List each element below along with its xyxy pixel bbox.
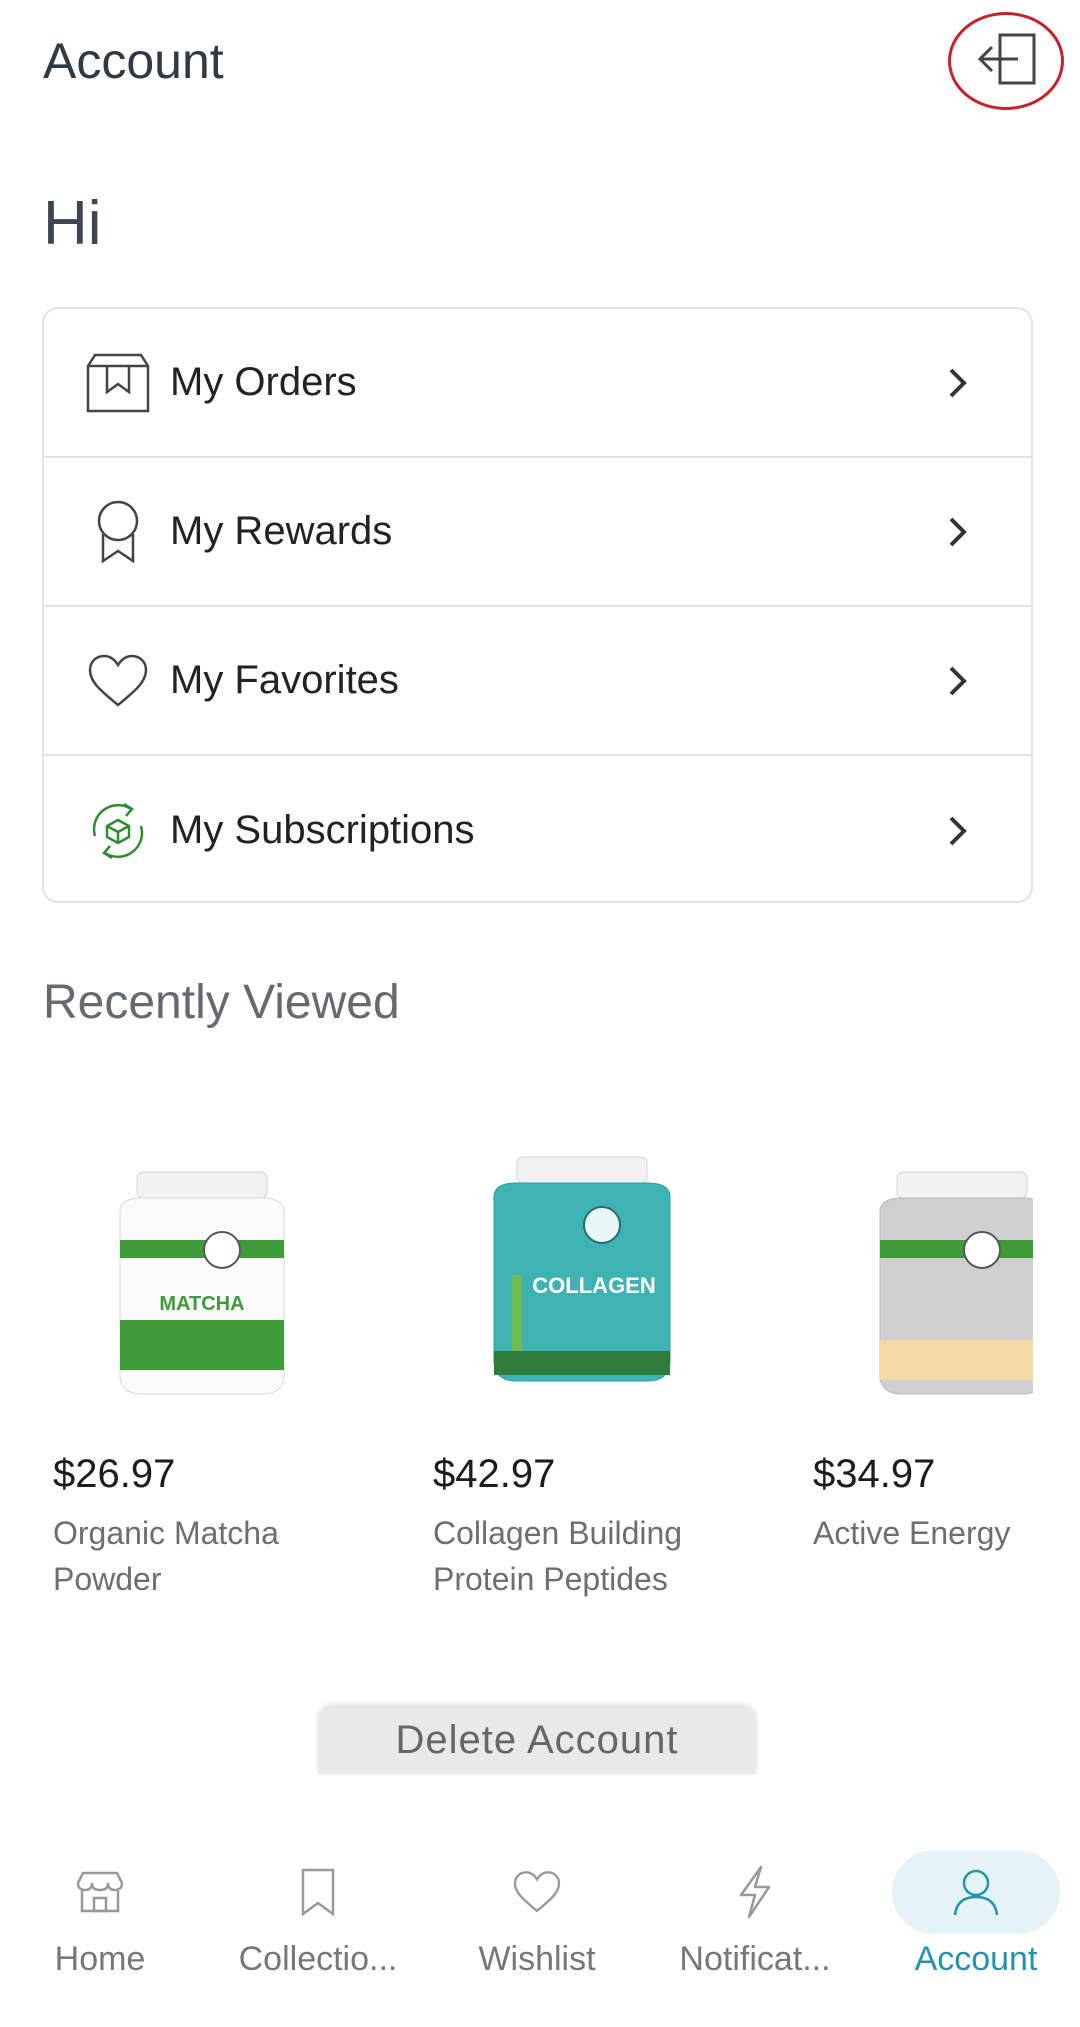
menu-item-label: My Favorites xyxy=(170,658,399,702)
product-name: Active Energy xyxy=(813,1515,1011,1551)
tab-notifications[interactable]: Notificat... xyxy=(655,1850,855,2000)
chevron-right-icon xyxy=(943,512,973,552)
product-price: $26.97 xyxy=(53,1452,176,1496)
ribbon-award-icon xyxy=(82,496,154,568)
chevron-right-icon xyxy=(943,661,973,701)
menu-item-label: My Orders xyxy=(170,360,357,404)
product-price: $34.97 xyxy=(813,1452,936,1496)
tab-label: Notificat... xyxy=(679,1940,831,1978)
tab-label: Home xyxy=(54,1940,146,1978)
tab-wishlist[interactable]: Wishlist xyxy=(437,1850,637,2000)
heart-icon xyxy=(507,1862,567,1922)
product-image: MATCHA xyxy=(119,1171,285,1395)
chevron-right-icon xyxy=(943,363,973,403)
product-card[interactable]: MATCHA $26.97 Organic Matcha Powder xyxy=(42,1100,402,1620)
product-card[interactable]: $34.97 Active Energy xyxy=(802,1100,1033,1620)
tab-home[interactable]: Home xyxy=(0,1850,200,2000)
delete-account-label: Delete Account xyxy=(395,1718,679,1762)
heart-icon xyxy=(82,645,154,717)
svg-text:MATCHA: MATCHA xyxy=(159,1293,244,1315)
store-icon xyxy=(70,1862,130,1922)
chevron-right-icon xyxy=(943,811,973,851)
menu-item-orders[interactable]: My Orders xyxy=(44,309,1031,458)
logout-button[interactable] xyxy=(948,12,1064,110)
product-image: COLLAGEN xyxy=(493,1156,671,1382)
menu-item-label: My Subscriptions xyxy=(170,808,475,852)
lightning-icon xyxy=(725,1862,785,1922)
product-name: Collagen Building Protein Peptides xyxy=(433,1515,683,1597)
tab-label: Wishlist xyxy=(478,1940,596,1978)
product-name: Organic Matcha Powder xyxy=(53,1515,279,1597)
recently-viewed-heading: Recently Viewed xyxy=(43,976,400,1029)
highlight-circle xyxy=(948,12,1064,110)
menu-item-favorites[interactable]: My Favorites xyxy=(44,607,1031,756)
menu-item-subscriptions[interactable]: My Subscriptions xyxy=(44,756,1031,901)
greeting-text: Hi xyxy=(43,189,102,258)
bookmark-icon xyxy=(288,1862,348,1922)
page-title: Account xyxy=(43,33,224,89)
tab-label: Collectio... xyxy=(238,1940,398,1978)
orders-box-icon xyxy=(82,347,154,419)
delete-account-button[interactable]: Delete Account xyxy=(318,1706,756,1774)
product-card[interactable]: COLLAGEN $42.97 Collagen Building Protei… xyxy=(422,1100,782,1620)
product-price: $42.97 xyxy=(433,1452,556,1496)
user-icon xyxy=(946,1862,1006,1922)
svg-text:COLLAGEN: COLLAGEN xyxy=(532,1273,655,1298)
recently-viewed-carousel[interactable]: MATCHA $26.97 Organic Matcha Powder COLL… xyxy=(42,1100,1033,1620)
tab-collections[interactable]: Collectio... xyxy=(218,1850,418,2000)
account-menu: My Orders My Rewards My Favorites My Sub… xyxy=(42,307,1033,903)
menu-item-label: My Rewards xyxy=(170,509,393,553)
subscription-cycle-icon xyxy=(82,795,154,867)
product-image xyxy=(879,1171,1033,1395)
tab-label: Account xyxy=(914,1940,1038,1978)
menu-item-rewards[interactable]: My Rewards xyxy=(44,458,1031,607)
tab-account[interactable]: Account xyxy=(876,1850,1076,2000)
header: Account xyxy=(0,0,1080,130)
